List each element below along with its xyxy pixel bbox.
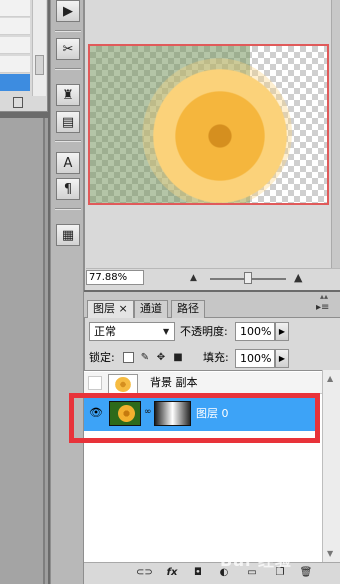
opacity-field[interactable]: 100% (235, 322, 275, 341)
preview-flower (142, 58, 292, 203)
divider (55, 140, 81, 142)
zoom-field[interactable]: 77.88% (86, 270, 144, 285)
close-icon[interactable]: × (119, 302, 128, 315)
stamp-icon[interactable]: ♜ (56, 84, 80, 106)
fill-label: 填充: (203, 351, 229, 364)
tab-layers[interactable]: 图层 × (87, 300, 134, 318)
list-item[interactable] (0, 18, 30, 35)
tab-channels[interactable]: 通道 (134, 300, 168, 318)
scroll-up-icon[interactable]: ▲ (327, 374, 333, 383)
flower-thumbnail (115, 377, 131, 392)
annotation-highlight-box (69, 393, 320, 443)
divider (55, 30, 81, 32)
fill-field[interactable]: 100% (235, 349, 275, 368)
tab-paths[interactable]: 路径 (171, 300, 205, 318)
trash-icon[interactable]: 🗑 (298, 565, 314, 580)
divider (55, 68, 81, 70)
tool-column: ▶ ✂ ♜ ▤ A ¶ ▦ (50, 0, 84, 584)
list-item[interactable] (0, 0, 30, 17)
layer-thumbnail (108, 374, 138, 394)
collapse-icon[interactable]: ▴▴ (320, 293, 332, 301)
play-icon[interactable]: ▶ (56, 0, 80, 22)
notes-icon[interactable]: ▦ (56, 224, 80, 246)
tab-label: 图层 (93, 302, 115, 315)
watermark: Bai 经验 (220, 551, 293, 570)
tab-label: 通道 (140, 302, 162, 315)
divider (55, 208, 81, 210)
left-list-scrollbar[interactable] (32, 0, 46, 96)
chevron-down-icon[interactable]: ▼ (163, 323, 174, 340)
scroll-thumb[interactable] (35, 55, 44, 75)
panel-menu-icon[interactable]: ▸≡ (316, 303, 334, 315)
trash-icon[interactable] (13, 97, 23, 108)
list-item[interactable] (0, 37, 30, 54)
lock-paint-icon[interactable]: ✎ (139, 351, 151, 364)
paragraph-icon[interactable]: ¶ (56, 178, 80, 200)
type-icon[interactable]: A (56, 152, 80, 174)
link-icon[interactable]: ⊂⊃ (136, 565, 153, 580)
navigator-scrollbar[interactable] (331, 0, 340, 268)
layer-name[interactable]: 背景 副本 (150, 376, 198, 390)
mask-icon[interactable]: ◘ (190, 565, 206, 580)
scroll-down-icon[interactable]: ▼ (327, 549, 333, 558)
list-item-selected[interactable] (0, 74, 30, 91)
zoom-out-icon[interactable]: ▲ (190, 273, 201, 283)
fx-icon[interactable]: fx (164, 565, 180, 580)
zoom-in-icon[interactable]: ▲ (294, 271, 308, 284)
opacity-stepper[interactable]: ▶ (275, 322, 289, 341)
navigator-preview[interactable] (88, 44, 329, 205)
clone-icon[interactable]: ▤ (56, 111, 80, 133)
opacity-label: 不透明度: (180, 325, 228, 338)
tab-label: 路径 (177, 302, 199, 315)
lock-label: 锁定: (89, 351, 115, 364)
tools-icon[interactable]: ✂ (56, 38, 80, 60)
lock-all-icon[interactable]: ■ (172, 351, 184, 364)
layers-scrollbar[interactable]: ▲ ▼ (322, 370, 340, 562)
list-item[interactable] (0, 56, 30, 73)
left-dock-shadow (0, 118, 45, 584)
zoom-slider-thumb[interactable] (244, 272, 252, 284)
lock-transparency-icon[interactable] (123, 352, 134, 363)
lock-move-icon[interactable]: ✥ (155, 351, 167, 364)
fill-stepper[interactable]: ▶ (275, 349, 289, 368)
visibility-toggle[interactable] (88, 376, 102, 390)
